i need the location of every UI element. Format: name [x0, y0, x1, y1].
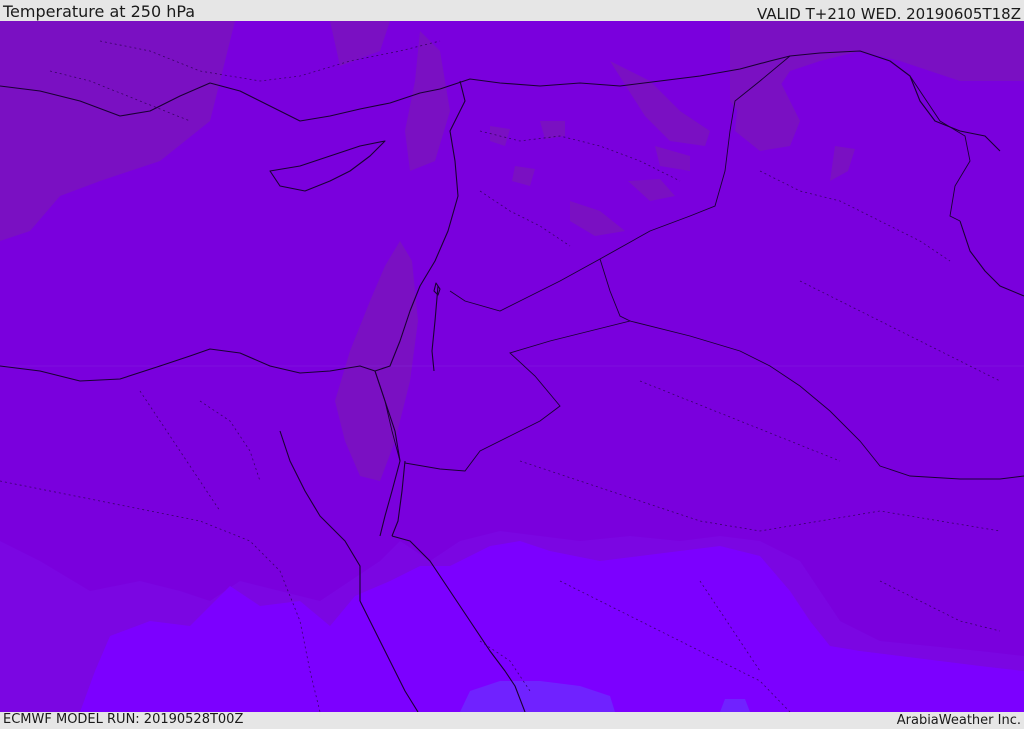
credit-label: ArabiaWeather Inc.	[896, 713, 1021, 728]
temperature-map[interactable]	[0, 21, 1024, 712]
map-title: Temperature at 250 hPa	[3, 2, 196, 21]
weather-map-page: Temperature at 250 hPa VALID T+210 WED. …	[0, 0, 1024, 729]
model-run-label: ECMWF MODEL RUN: 20190528T00Z	[3, 712, 244, 727]
